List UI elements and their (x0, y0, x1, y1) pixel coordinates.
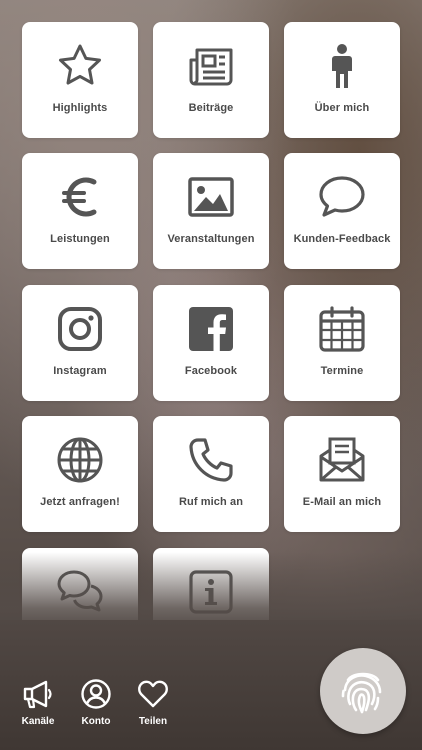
tile-label: Kunden-Feedback (293, 233, 391, 245)
tile-facebook[interactable]: Facebook (153, 285, 269, 401)
tile-kunden-feedback[interactable]: Kunden-Feedback (284, 153, 400, 269)
phone-icon (187, 436, 235, 484)
tile-label: Leistungen (50, 233, 110, 245)
tile-label: Jetzt anfragen! (40, 496, 120, 508)
person-icon (318, 42, 366, 90)
nav-label: Kanäle (21, 716, 55, 727)
tile-beitraege[interactable]: Beiträge (153, 22, 269, 138)
tile-info[interactable] (153, 548, 269, 620)
image-icon (187, 173, 235, 221)
tile-label: Termine (320, 365, 364, 377)
tile-label: Highlights (52, 102, 108, 114)
tile-grid: Highlights Beiträge Über mich Leistungen… (0, 0, 422, 620)
tile-label: Veranstaltungen (167, 233, 255, 245)
tile-ueber-mich[interactable]: Über mich (284, 22, 400, 138)
tile-termine[interactable]: Termine (284, 285, 400, 401)
fingerprint-icon (341, 672, 382, 714)
nav-channels[interactable]: Kanäle (13, 678, 63, 727)
tile-label: Ruf mich an (178, 496, 244, 508)
instagram-icon (56, 305, 104, 353)
tile-chat[interactable] (22, 548, 138, 620)
tile-jetzt-anfragen[interactable]: Jetzt anfragen! (22, 416, 138, 532)
tile-label: Instagram (53, 365, 107, 377)
megaphone-icon (22, 678, 54, 710)
newspaper-icon (187, 42, 235, 90)
nav-share[interactable]: Teilen (128, 678, 178, 727)
tile-ruf-mich-an[interactable]: Ruf mich an (153, 416, 269, 532)
tile-label: Über mich (314, 102, 370, 114)
speech-bubble-icon (318, 173, 366, 221)
globe-icon (56, 436, 104, 484)
tile-label: Facebook (184, 365, 238, 377)
tile-veranstaltungen[interactable]: Veranstaltungen (153, 153, 269, 269)
chat-bubbles-icon (56, 568, 104, 616)
nav-label: Teilen (138, 716, 168, 727)
mail-icon (318, 436, 366, 484)
star-icon (56, 42, 104, 90)
nav-label: Konto (81, 716, 111, 727)
euro-icon (56, 173, 104, 221)
calendar-icon (318, 305, 366, 353)
fingerprint-button[interactable] (320, 648, 406, 734)
info-icon (187, 568, 235, 616)
tile-highlights[interactable]: Highlights (22, 22, 138, 138)
tile-leistungen[interactable]: Leistungen (22, 153, 138, 269)
user-circle-icon (80, 678, 112, 710)
heart-icon (137, 678, 169, 710)
tile-instagram[interactable]: Instagram (22, 285, 138, 401)
facebook-icon (187, 305, 235, 353)
tile-label: E-Mail an mich (302, 496, 382, 508)
tile-label: Beiträge (188, 102, 234, 114)
nav-account[interactable]: Konto (71, 678, 121, 727)
tile-email[interactable]: E-Mail an mich (284, 416, 400, 532)
